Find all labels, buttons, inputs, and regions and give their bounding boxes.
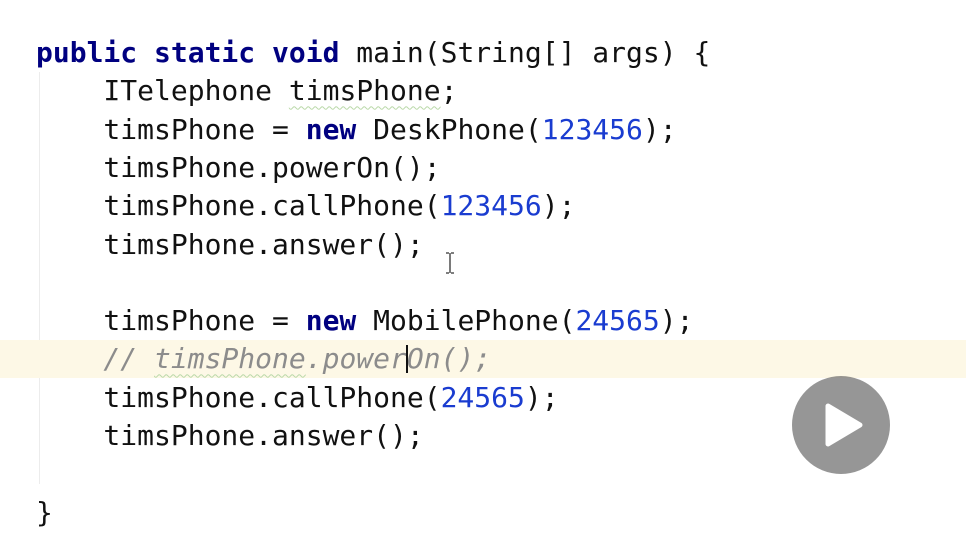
code-line[interactable]: timsPhone = new MobilePhone(24565); bbox=[0, 302, 966, 340]
code-token: timsPhone.callPhone( bbox=[36, 189, 441, 223]
code-token: main(String[] args) { bbox=[339, 36, 711, 69]
code-token: timsPhone.answer(); bbox=[36, 227, 424, 261]
code-token: timsPhone bbox=[154, 342, 306, 376]
code-token: public static void bbox=[36, 36, 340, 69]
code-line[interactable]: timsPhone = new DeskPhone(123456); bbox=[0, 111, 966, 149]
code-token: ); bbox=[541, 189, 576, 223]
code-line[interactable]: } bbox=[0, 494, 966, 532]
code-token: } bbox=[36, 495, 53, 529]
code-token: ); bbox=[659, 304, 694, 338]
code-token: MobilePhone( bbox=[356, 304, 576, 338]
code-line-current[interactable]: // timsPhone.powerOn(); bbox=[0, 340, 966, 379]
code-line[interactable]: timsPhone.powerOn(); bbox=[0, 149, 966, 187]
code-token: timsPhone.powerOn(); bbox=[36, 150, 441, 184]
code-token: 123456 bbox=[541, 112, 643, 146]
code-token: ; bbox=[440, 74, 458, 108]
code-line[interactable]: public static void main(String[] args) { bbox=[0, 34, 966, 72]
play-button[interactable] bbox=[792, 376, 890, 474]
code-token: 24565 bbox=[440, 380, 525, 414]
code-token: new bbox=[305, 304, 357, 338]
code-token: On(); bbox=[406, 342, 492, 376]
code-token: ); bbox=[642, 112, 677, 146]
code-line[interactable]: timsPhone.callPhone(123456); bbox=[0, 187, 966, 225]
code-token: timsPhone = bbox=[36, 304, 306, 338]
code-token: DeskPhone( bbox=[356, 112, 542, 146]
play-icon bbox=[825, 403, 863, 447]
code-token: new bbox=[305, 112, 357, 146]
code-token: // bbox=[36, 342, 155, 376]
code-line[interactable] bbox=[0, 264, 966, 302]
code-token: ); bbox=[524, 380, 559, 414]
code-token: timsPhone.answer(); bbox=[36, 419, 424, 452]
code-token: .power bbox=[305, 342, 407, 376]
code-token: 24565 bbox=[575, 304, 660, 338]
code-token: ITelephone bbox=[36, 74, 289, 108]
text-cursor-icon bbox=[444, 252, 456, 274]
code-token: timsPhone bbox=[288, 74, 441, 108]
code-line[interactable]: timsPhone.answer(); bbox=[0, 226, 966, 264]
code-token: 123456 bbox=[440, 189, 542, 223]
code-token: timsPhone.callPhone( bbox=[36, 380, 441, 414]
code-line[interactable]: ITelephone timsPhone; bbox=[0, 72, 966, 110]
code-token: timsPhone = bbox=[36, 112, 306, 146]
